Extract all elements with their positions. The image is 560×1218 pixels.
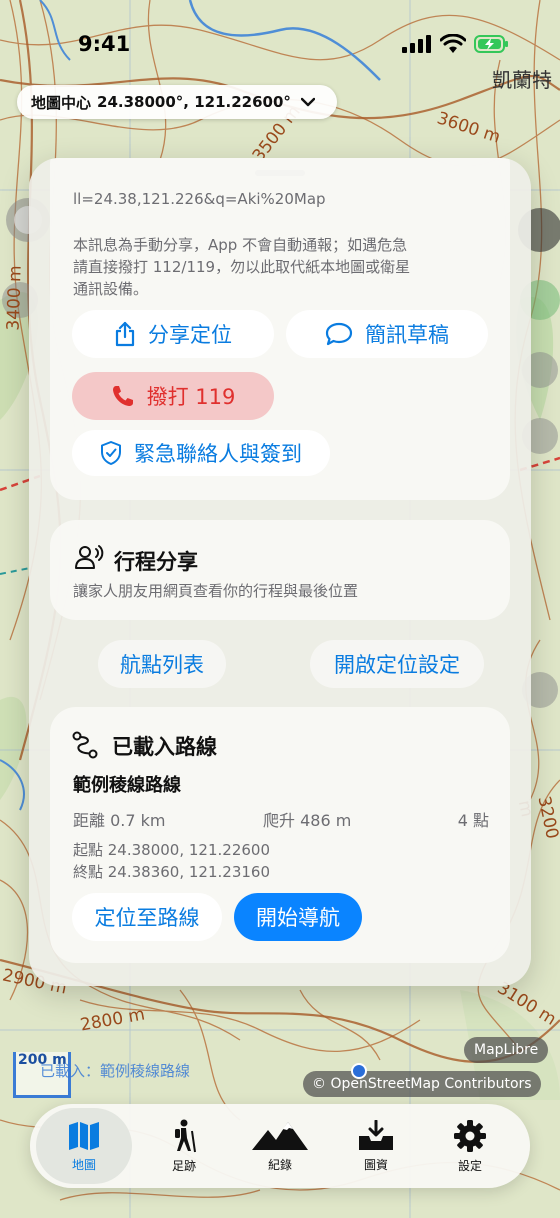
contour-label: 3400 m: [3, 265, 26, 331]
call-119-button[interactable]: 撥打 119: [72, 372, 274, 420]
map-icon: [69, 1121, 99, 1150]
location-settings-button[interactable]: 開啟定位設定: [310, 640, 484, 688]
tab-tracks-label: 足跡: [171, 1158, 196, 1173]
loaded-route-card: 已載入路線 範例稜線路線 距離 0.7 km 爬升 486 m 4 點 起點 2…: [50, 707, 510, 963]
status-time: 9:41: [78, 32, 131, 56]
tab-settings[interactable]: 設定: [422, 1108, 518, 1184]
locate-route-button[interactable]: 定位至路線: [72, 893, 222, 941]
start-navigation-label: 開始導航: [256, 906, 340, 930]
mountains-icon: [252, 1121, 308, 1150]
tab-records-label: 紀錄: [267, 1157, 292, 1172]
sms-draft-button[interactable]: 簡訊草稿: [286, 310, 488, 358]
share-location-button[interactable]: 分享定位: [72, 310, 274, 358]
sos-card: ll=24.38,121.226&q=Aki%20Map 本訊息為手動分享，Ap…: [50, 158, 510, 500]
bottom-sheet[interactable]: ll=24.38,121.226&q=Aki%20Map 本訊息為手動分享，Ap…: [29, 158, 531, 986]
trip-share-title: 行程分享: [114, 550, 198, 574]
sos-share-url: ll=24.38,121.226&q=Aki%20Map: [73, 190, 326, 208]
route-distance: 距離 0.7 km: [73, 811, 166, 830]
phone-icon: [112, 386, 133, 406]
sos-note-line: 本訊息為手動分享，App 不會自動通報；如遇危急: [73, 236, 408, 254]
map-center-selector[interactable]: 地圖中心 24.38000°, 121.22600°: [17, 85, 337, 119]
waypoints-list-label: 航點列表: [120, 653, 204, 677]
tab-map-data-label: 圖資: [363, 1157, 388, 1172]
download-tray-icon: [359, 1119, 393, 1150]
route-stats: 距離 0.7 km 爬升 486 m 4 點: [73, 807, 489, 830]
tab-bar: 地圖 足跡 紀錄 圖資 設定: [30, 1104, 530, 1188]
start-navigation-button[interactable]: 開始導航: [234, 893, 362, 941]
trip-share-card[interactable]: 行程分享 讓家人朋友用網頁查看你的行程與最後位置: [50, 520, 510, 620]
tab-map-data[interactable]: 圖資: [328, 1108, 424, 1184]
route-ascent: 爬升 486 m: [263, 811, 352, 830]
cellular-signal-icon: [402, 35, 431, 53]
locate-route-label: 定位至路線: [94, 906, 200, 930]
route-point-count: 4 點: [457, 811, 489, 830]
tab-records[interactable]: 紀錄: [232, 1108, 328, 1184]
route-end-point: 終點 24.38360, 121.23160: [73, 863, 270, 881]
shield-check-icon: [101, 441, 121, 465]
sos-note-line: 通訊設備。: [73, 280, 149, 298]
loaded-route-header: 已載入路線: [112, 735, 217, 759]
route-path-icon: [72, 731, 98, 759]
waypoints-list-button[interactable]: 航點列表: [98, 640, 226, 688]
tab-settings-label: 設定: [457, 1158, 482, 1173]
emergency-contacts-label: 緊急聯絡人與簽到: [134, 442, 302, 466]
chevron-down-icon: [300, 97, 315, 107]
hiker-icon: [175, 1119, 196, 1152]
call-119-label: 撥打 119: [146, 385, 236, 409]
sos-note: 本訊息為手動分享，App 不會自動通報；如遇危急 請直接撥打 112/119，勿…: [73, 234, 483, 300]
emergency-contacts-button[interactable]: 緊急聯絡人與簽到: [72, 430, 330, 476]
wifi-icon: [440, 34, 466, 53]
location-settings-label: 開啟定位設定: [334, 653, 460, 677]
osm-attribution[interactable]: © OpenStreetMap Contributors: [303, 1071, 541, 1097]
sos-note-line: 請直接撥打 112/119，勿以此取代紙本地圖或衛星: [73, 258, 411, 276]
trip-share-subtitle: 讓家人朋友用網頁查看你的行程與最後位置: [73, 582, 359, 600]
maplibre-attribution[interactable]: MapLibre: [464, 1037, 549, 1063]
share-icon: [115, 321, 135, 347]
status-icons: [402, 34, 510, 54]
sms-draft-label: 簡訊草稿: [365, 323, 449, 347]
map-center-coords: 24.38000°, 121.22600°: [97, 93, 291, 111]
route-endpoints: 起點 24.38000, 121.22600 終點 24.38360, 121.…: [73, 839, 270, 883]
tab-map[interactable]: 地圖: [36, 1108, 132, 1184]
status-bar: 9:41: [0, 0, 560, 80]
tab-tracks[interactable]: 足跡: [136, 1108, 232, 1184]
gear-icon: [454, 1119, 486, 1152]
chat-bubble-icon: [325, 322, 353, 346]
user-location-dot: [351, 1063, 367, 1079]
route-name: 範例稜線路線: [73, 775, 181, 796]
map-center-prefix: 地圖中心: [31, 93, 92, 112]
battery-charging-icon: [474, 35, 508, 53]
loaded-route-banner: 已載入：範例稜線路線: [40, 1062, 191, 1080]
people-broadcast-icon: [75, 545, 104, 569]
route-start-point: 起點 24.38000, 121.22600: [73, 841, 270, 859]
share-location-label: 分享定位: [148, 323, 232, 347]
tab-map-label: 地圖: [71, 1157, 96, 1172]
